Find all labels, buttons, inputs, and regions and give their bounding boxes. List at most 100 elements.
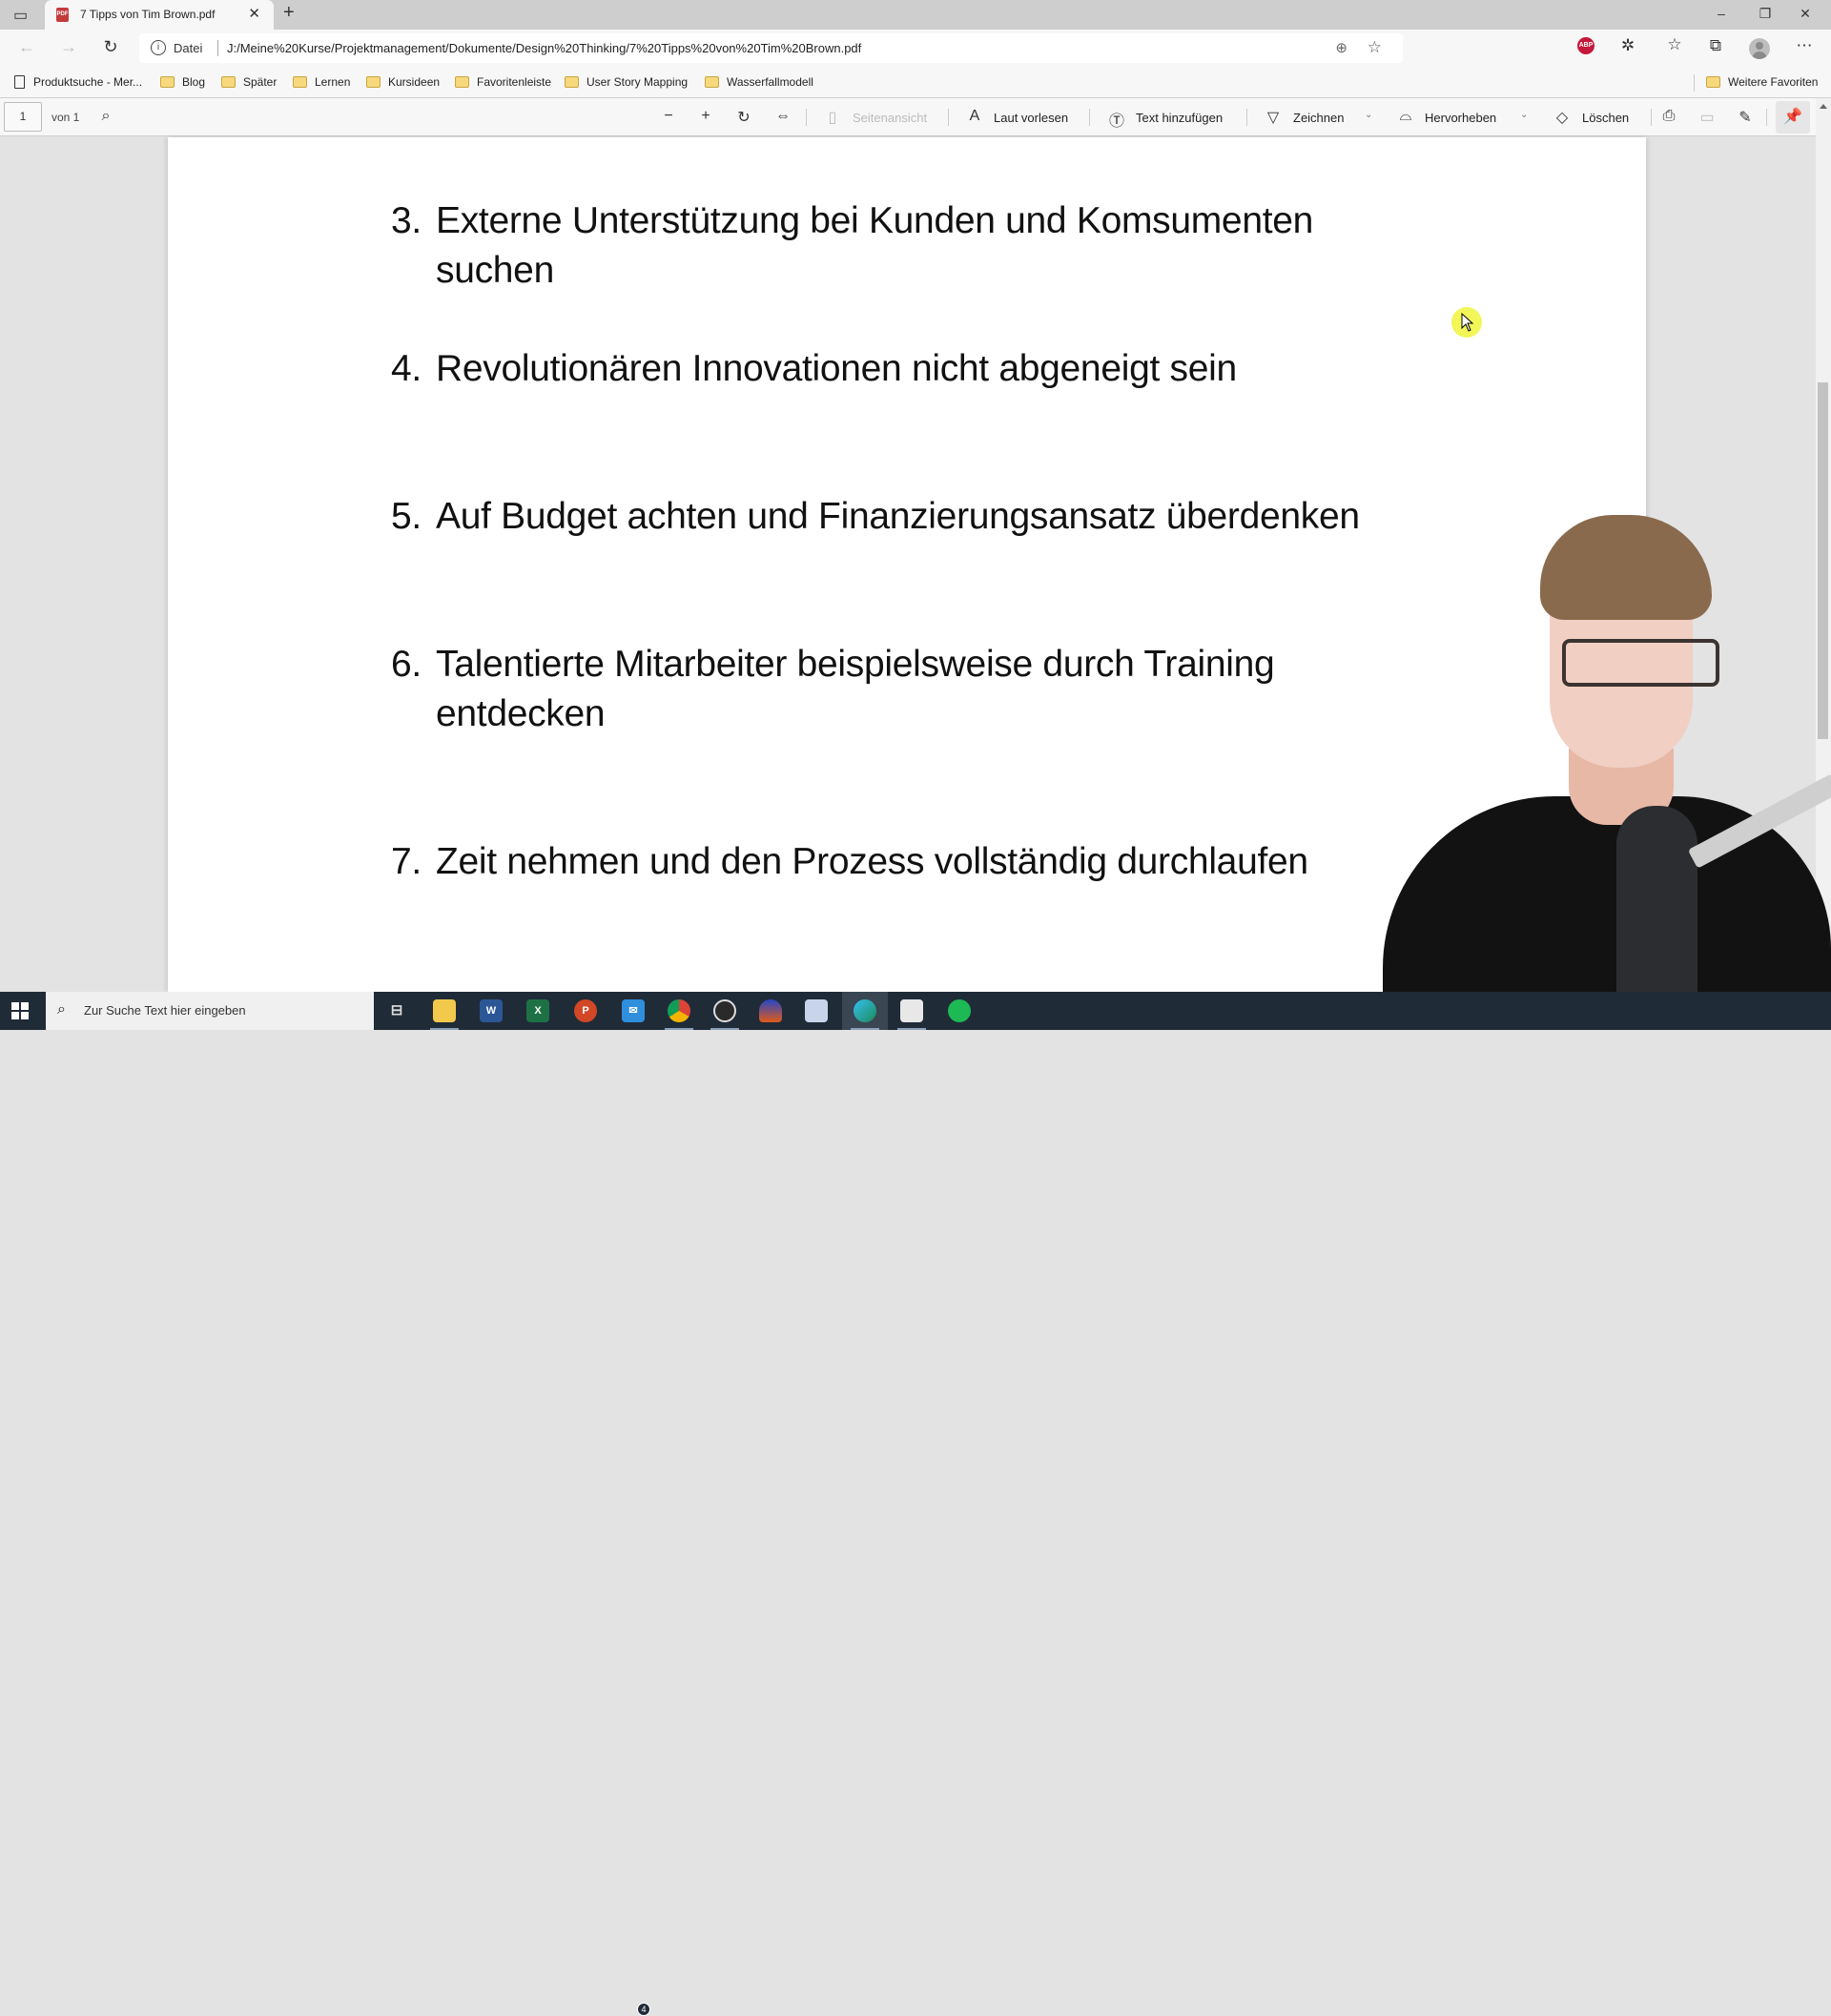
page-view-icon: ▯ [828, 110, 837, 126]
zoom-icon[interactable]: ⊕ [1335, 39, 1348, 56]
taskbar-search[interactable]: ⌕ Zur Suche Text hier eingeben [46, 992, 374, 1030]
page-icon [14, 75, 25, 89]
bookmark-label: Lernen [315, 75, 351, 89]
reload-button[interactable]: ↻ [99, 37, 122, 57]
chevron-down-icon[interactable]: ⌄ [1365, 110, 1372, 120]
bookmark-folder[interactable]: Lernen [293, 75, 350, 89]
eraser-icon: ◇ [1555, 110, 1569, 126]
add-text-button[interactable]: Text hinzufügen [1136, 111, 1223, 125]
minimize-button[interactable]: – [1712, 6, 1731, 21]
paint-app-icon[interactable] [805, 999, 828, 1022]
mouse-cursor-icon [1461, 313, 1474, 332]
highlight-icon: ⌓ [1399, 108, 1412, 124]
more-menu-icon[interactable]: ⋯ [1794, 36, 1815, 55]
rotate-icon[interactable]: ↻ [733, 108, 754, 127]
info-icon[interactable]: i [151, 40, 166, 55]
tip-number: 6. [391, 644, 422, 685]
toolbar-divider [1766, 109, 1767, 126]
tip-item: 5. Auf Budget achten und Finanzierungsans… [391, 492, 1440, 542]
tip-item: 3. Externe Unterstützung bei Kunden und K… [391, 196, 1440, 296]
chrome-icon[interactable] [668, 999, 690, 1022]
read-aloud-button[interactable]: Laut vorlesen [994, 111, 1068, 125]
tip-item: 4. Revolutionären Innovationen nicht abge… [391, 344, 1440, 394]
tip-number: 3. [391, 200, 422, 241]
bookmark-folder[interactable]: Blog [160, 75, 205, 89]
other-favorites-folder[interactable]: Weitere Favoriten [1706, 75, 1818, 89]
pdf-icon: PDF [56, 8, 69, 22]
bookmark-folder[interactable]: Später [221, 75, 277, 89]
tab-active[interactable]: PDF 7 Tipps von Tim Brown.pdf ✕ [45, 0, 274, 30]
pin-toolbar-icon[interactable]: 📌 [1776, 101, 1810, 134]
close-window-button[interactable]: ✕ [1796, 6, 1815, 22]
back-button[interactable]: ← [15, 37, 38, 57]
folder-icon [160, 76, 175, 88]
tip-item: 7. Zeit nehmen und den Prozess vollständi… [391, 837, 1440, 887]
mail-icon[interactable]: ✉ [622, 999, 645, 1022]
favorites-icon[interactable]: ☆ [1664, 35, 1685, 54]
word-icon[interactable]: W [480, 999, 503, 1022]
new-tab-button[interactable]: + [283, 2, 295, 24]
task-view-icon[interactable]: ⊟ [385, 999, 408, 1022]
folder-icon [1706, 76, 1720, 88]
close-tab-icon[interactable]: ✕ [248, 5, 260, 22]
print-icon[interactable]: ⎙ [1658, 108, 1679, 125]
spotify-icon[interactable] [948, 999, 971, 1022]
powerpoint-icon[interactable]: P [574, 999, 597, 1022]
audacity-icon[interactable] [759, 999, 782, 1022]
edge-taskbar-button[interactable] [842, 992, 888, 1030]
search-icon[interactable]: ⌕ [95, 108, 116, 125]
address-bar[interactable]: i Datei J:/Meine%20Kurse/Projektmanageme… [139, 33, 1403, 63]
tip-text: Talentierte Mitarbeiter beispielsweise d… [436, 644, 1275, 734]
toolbar-divider [1089, 109, 1090, 126]
chevron-down-icon[interactable]: ⌄ [1520, 110, 1528, 120]
highlight-button[interactable]: Hervorheben [1425, 111, 1496, 125]
tip-number: 4. [391, 348, 422, 389]
mail-badge: 4 [637, 2003, 650, 2016]
page-number-input[interactable]: 1 [4, 102, 42, 132]
forward-button[interactable]: → [57, 37, 80, 57]
toolbar-divider [806, 109, 807, 126]
bookmark-label: Produktsuche - Mer... [33, 75, 143, 89]
scroll-up-arrow-icon[interactable] [1820, 104, 1827, 109]
save-icon: ▭ [1699, 110, 1715, 126]
bookmark-label: Favoritenleiste [477, 75, 552, 89]
bookmark-label: Blog [182, 75, 206, 89]
obs-icon[interactable] [713, 999, 736, 1022]
bookmark-folder[interactable]: User Story Mapping [565, 75, 688, 89]
url-text[interactable]: J:/Meine%20Kurse/Projektmanagement/Dokum… [227, 41, 861, 55]
bookmark-item[interactable]: Produktsuche - Mer... [14, 75, 142, 89]
erase-button[interactable]: Löschen [1582, 111, 1629, 125]
page-count: von 1 [51, 111, 80, 124]
extensions-icon[interactable]: ✲ [1617, 36, 1638, 55]
navigation-bar: ← → ↻ i Datei J:/Meine%20Kurse/Projektma… [0, 30, 1831, 67]
presenter-hair [1540, 515, 1712, 620]
tip-text: Revolutionären Innovationen nicht abgene… [436, 348, 1237, 389]
excel-icon[interactable]: X [526, 999, 549, 1022]
fit-width-icon[interactable]: ⇔ [772, 108, 793, 125]
page-view-button: Seitenansicht [853, 111, 928, 125]
draw-button[interactable]: Zeichnen [1293, 111, 1344, 125]
bookmark-folder[interactable]: Kursideen [366, 75, 440, 89]
bookmark-folder[interactable]: Favoritenleiste [455, 75, 551, 89]
pdf-toolbar: 1 von 1 ⌕ − + ↻ ⇔ ▯ Seitenansicht A Laut… [0, 98, 1831, 136]
collections-icon[interactable]: ⧉ [1705, 36, 1726, 55]
tip-text: Auf Budget achten und Finanzierungsansat… [436, 496, 1360, 537]
add-favorite-icon[interactable]: ☆ [1368, 38, 1382, 57]
tip-number: 5. [391, 496, 422, 537]
bookmarks-divider [1694, 74, 1695, 92]
tab-actions-icon[interactable]: ▭ [13, 6, 28, 25]
zoom-out-icon[interactable]: − [658, 108, 679, 125]
zoom-in-icon[interactable]: + [695, 108, 716, 125]
adblock-extension-icon[interactable]: ABP [1577, 37, 1594, 54]
profile-avatar[interactable] [1749, 38, 1770, 59]
bookmark-label: Später [243, 75, 278, 89]
file-explorer-icon[interactable] [433, 999, 456, 1022]
save-as-icon[interactable]: ✎ [1735, 108, 1756, 127]
folder-icon [705, 76, 719, 88]
search-icon: ⌕ [57, 1001, 66, 1018]
bookmark-label: Weitere Favoriten [1728, 75, 1819, 89]
windows-start-icon[interactable] [11, 1002, 29, 1019]
notepad-app-icon[interactable] [900, 999, 923, 1022]
bookmark-folder[interactable]: Wasserfallmodell [705, 75, 813, 89]
restore-button[interactable]: ❐ [1756, 6, 1775, 22]
